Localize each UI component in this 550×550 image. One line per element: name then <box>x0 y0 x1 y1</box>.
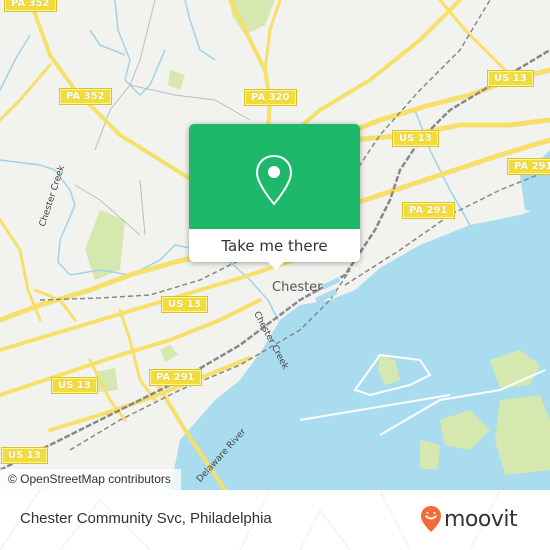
place-title: Chester Community Svc, Philadelphia <box>20 510 272 527</box>
take-me-there-button[interactable]: Take me there <box>189 229 360 262</box>
map-pin-icon <box>255 154 293 206</box>
route-shield-us-13: US 13 <box>51 377 98 394</box>
city-label-chester: Chester <box>272 280 323 295</box>
map-attribution[interactable]: © OpenStreetMap contributors <box>0 469 181 490</box>
route-shield-pa-291: PA 291 <box>402 202 455 219</box>
route-shield-us-13: US 13 <box>161 296 208 313</box>
route-shield-pa-291: PA 291 <box>149 369 202 386</box>
route-shield-pa-291: PA 291 <box>507 158 550 175</box>
route-shield-pa-320: PA 320 <box>244 89 297 106</box>
moovit-pin-icon <box>421 506 441 532</box>
location-popup: Take me there <box>189 124 360 270</box>
moovit-logo[interactable]: moovit <box>420 505 518 533</box>
route-shield-us-13: US 13 <box>392 130 439 147</box>
route-shield-us-13: US 13 <box>1 447 48 464</box>
map-view[interactable]: PA 352 PA 352 PA 320 US 13 US 13 PA 291 … <box>0 0 550 490</box>
route-shield-pa-352: PA 352 <box>4 0 57 12</box>
moovit-wordmark: moovit <box>444 506 518 532</box>
popup-pointer <box>267 261 285 270</box>
route-shield-pa-352: PA 352 <box>59 88 112 105</box>
popup-header[interactable] <box>189 124 360 229</box>
route-shield-us-13: US 13 <box>487 70 534 87</box>
